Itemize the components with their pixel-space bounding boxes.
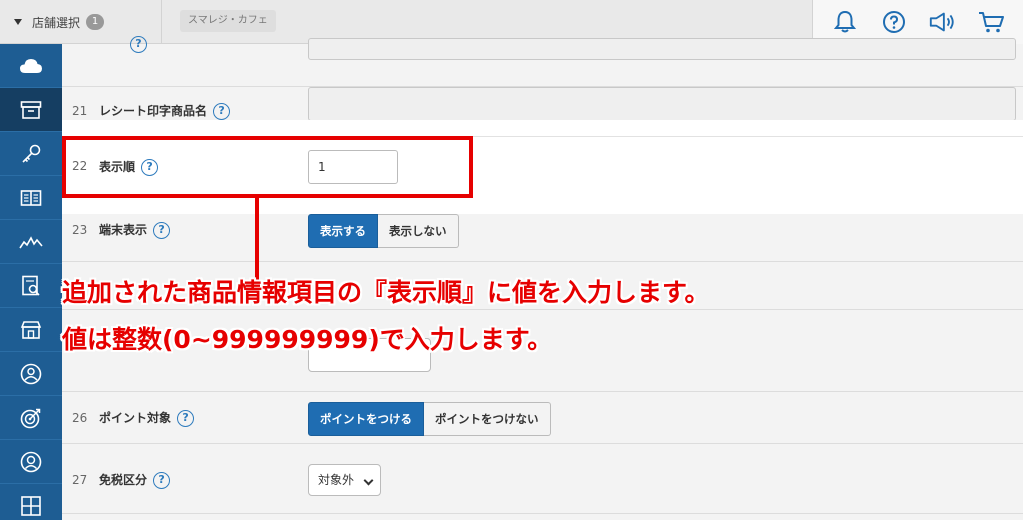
- sidebar-item-products[interactable]: [0, 88, 62, 132]
- sidebar-item-cloud[interactable]: [0, 44, 62, 88]
- key-icon: [22, 144, 41, 163]
- sidebar-item-customer[interactable]: [0, 440, 62, 484]
- help-icon[interactable]: ?: [130, 36, 147, 53]
- user-circle-icon: [20, 363, 42, 384]
- annotation-line-2: 値は整数(0~999999999)で入力します。: [62, 325, 553, 354]
- bell-icon[interactable]: [831, 8, 859, 36]
- sidebar-item-target[interactable]: [0, 396, 62, 440]
- store-name: スマレジ・カフェ: [180, 10, 276, 32]
- report-icon: [22, 275, 40, 296]
- sidebar-item-grid[interactable]: [0, 484, 62, 520]
- sidebar-item-analytics[interactable]: [0, 220, 62, 264]
- help-circle-icon[interactable]: [880, 8, 908, 36]
- cloud-icon: [20, 58, 42, 73]
- row-label: レシート印字商品名?: [99, 102, 231, 120]
- store-select-label: 店舗選択: [32, 15, 81, 30]
- help-icon[interactable]: ?: [213, 103, 231, 120]
- annotation-line-1: 追加された商品情報項目の『表示順』に値を入力します。: [62, 278, 710, 307]
- sidebar-item-book[interactable]: [0, 176, 62, 220]
- target-icon: [20, 408, 41, 428]
- sidebar-item-staff[interactable]: [0, 352, 62, 396]
- sidebar: [0, 44, 62, 520]
- form-row-partial: ?: [62, 36, 1023, 87]
- cart-icon[interactable]: [977, 8, 1005, 36]
- receipt-name-input[interactable]: [308, 87, 1016, 121]
- row-number: 21: [72, 104, 88, 118]
- caret-down-icon: [14, 19, 22, 25]
- partial-text-field[interactable]: [308, 38, 1016, 60]
- grid-icon: [21, 495, 41, 516]
- customer-icon: [20, 451, 42, 472]
- sidebar-item-store[interactable]: [0, 308, 62, 352]
- store-count-badge: 1: [86, 14, 105, 30]
- sidebar-item-key[interactable]: [0, 132, 62, 176]
- callout-line: [255, 198, 259, 280]
- archive-box-icon: [20, 100, 42, 119]
- chart-line-icon: [19, 235, 43, 248]
- store-icon: [20, 320, 42, 339]
- sidebar-item-report[interactable]: [0, 264, 62, 308]
- megaphone-icon[interactable]: [928, 8, 956, 36]
- highlight-box: [62, 136, 473, 198]
- book-icon: [20, 189, 42, 206]
